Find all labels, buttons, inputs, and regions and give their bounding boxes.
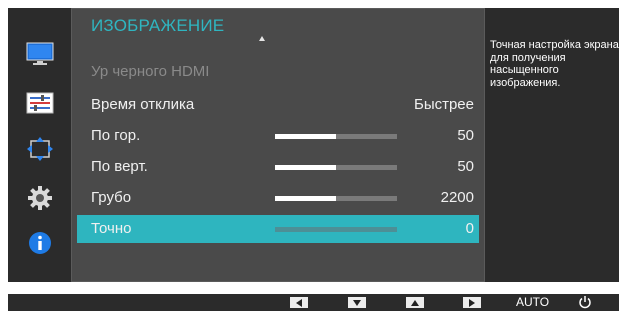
arrows-move-icon[interactable] [26, 137, 54, 161]
gear-icon[interactable] [26, 186, 54, 210]
menu-row-value: Быстрее [413, 96, 474, 113]
help-text: Точная настройка экрана для получения на… [490, 39, 619, 89]
auto-button[interactable]: AUTO [516, 295, 549, 309]
menu-row-coarse[interactable]: Грубо 2200 [71, 184, 485, 212]
menu-row-h-position[interactable]: По гор. 50 [71, 122, 485, 150]
slider-fill [275, 196, 336, 201]
slider-fill [275, 165, 336, 170]
down-arrow-button[interactable] [348, 297, 366, 308]
menu-row-value: 0 [465, 220, 474, 237]
slider-track[interactable] [275, 165, 397, 170]
settings-panel: ИЗОБРАЖЕНИЕ Ур черного HDMI Время отклик… [71, 8, 485, 282]
slider-track[interactable] [275, 134, 397, 139]
menu-title: ИЗОБРАЖЕНИЕ [91, 16, 225, 35]
left-arrow-button[interactable] [290, 297, 308, 308]
slider-track[interactable] [275, 196, 397, 201]
menu-row-value: 50 [457, 158, 474, 175]
osd-screen: ИЗОБРАЖЕНИЕ Ур черного HDMI Время отклик… [8, 8, 619, 282]
menu-row-v-position[interactable]: По верт. 50 [71, 153, 485, 181]
sliders-icon[interactable] [26, 91, 54, 115]
scroll-up-icon [259, 36, 265, 41]
info-icon[interactable] [26, 231, 54, 255]
menu-row-fine[interactable]: Точно 0 [77, 215, 479, 243]
power-icon[interactable] [577, 295, 593, 309]
sidebar [8, 8, 71, 282]
up-arrow-button[interactable] [406, 297, 424, 308]
menu-row-label: По гор. [91, 127, 141, 144]
bottom-button-bar: AUTO [8, 294, 619, 311]
up-arrow-icon [411, 299, 419, 306]
menu-row-label: Точно [91, 220, 132, 237]
left-arrow-icon [296, 298, 302, 307]
menu-row-response-time[interactable]: Время отклика Быстрее [71, 91, 485, 119]
menu-row-label: Время отклика [91, 96, 195, 113]
menu-row-value: 50 [457, 127, 474, 144]
menu-row-value: 2200 [440, 189, 474, 206]
slider-fill [275, 134, 336, 139]
right-arrow-icon [469, 298, 475, 307]
menu-row-label: По верт. [91, 158, 148, 175]
menu-row-black-level[interactable]: Ур черного HDMI [71, 58, 485, 86]
monitor-icon[interactable] [26, 42, 54, 66]
down-arrow-icon [353, 299, 361, 306]
slider-track[interactable] [275, 227, 397, 232]
menu-row-label: Грубо [91, 189, 132, 206]
menu-row-label: Ур черного HDMI [91, 63, 210, 80]
right-arrow-button[interactable] [463, 297, 481, 308]
